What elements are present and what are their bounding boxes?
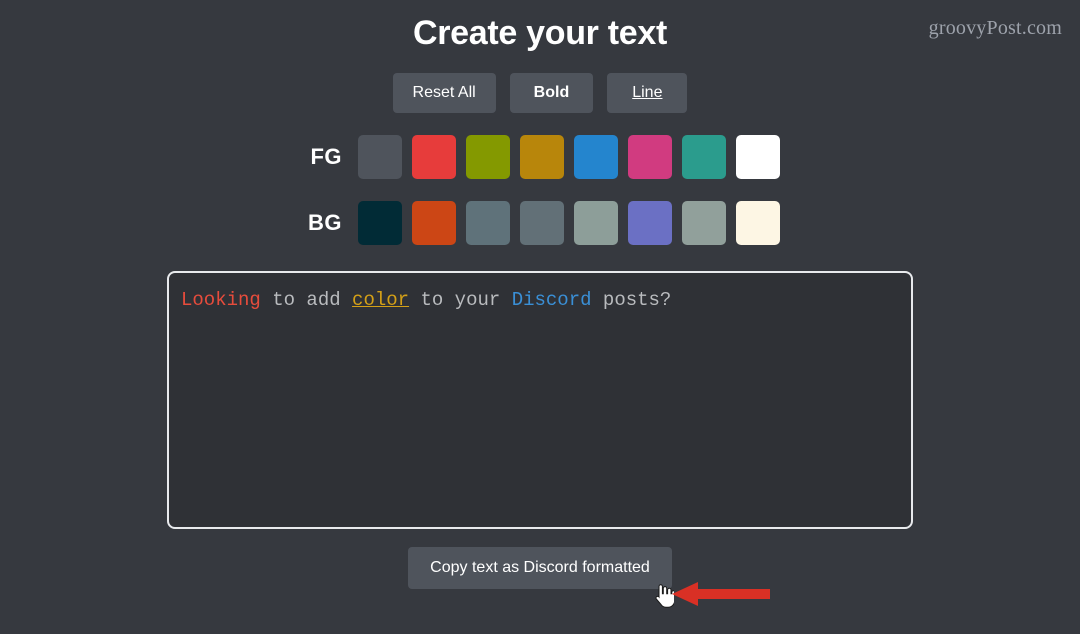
- text-editor[interactable]: Looking to add color to your Discord pos…: [167, 271, 913, 529]
- bg-swatch-slate-gray[interactable]: [520, 201, 564, 245]
- fg-swatch-red[interactable]: [412, 135, 456, 179]
- editor-token-5: posts?: [591, 289, 672, 311]
- editor-token-2: color: [352, 289, 410, 311]
- fg-swatch-gray[interactable]: [358, 135, 402, 179]
- editor-token-1: to add: [260, 289, 353, 311]
- bg-swatch-purple[interactable]: [628, 201, 672, 245]
- fg-swatch-pink[interactable]: [628, 135, 672, 179]
- bg-palette-label: BG: [308, 210, 342, 235]
- fg-palette-row: FG: [0, 135, 1080, 179]
- fg-palette-label: FG: [310, 144, 342, 169]
- editor-token-4: Discord: [511, 289, 592, 311]
- reset-all-button[interactable]: Reset All: [392, 73, 496, 113]
- line-button[interactable]: Line: [607, 73, 688, 113]
- bg-swatch-dark-teal[interactable]: [358, 201, 402, 245]
- copy-row: Copy text as Discord formatted: [0, 547, 1080, 589]
- watermark: groovyPost.com: [928, 17, 1062, 39]
- bg-swatch-cream[interactable]: [736, 201, 780, 245]
- fg-swatch-list: [358, 135, 780, 179]
- editor-token-0: Looking: [181, 289, 261, 311]
- format-toolbar: Reset All Bold Line: [0, 73, 1080, 113]
- bg-palette-row: BG: [0, 201, 1080, 245]
- editor-token-3: to your: [409, 289, 512, 311]
- bg-swatch-gray-green[interactable]: [574, 201, 618, 245]
- fg-swatch-white[interactable]: [736, 135, 780, 179]
- fg-swatch-gold[interactable]: [520, 135, 564, 179]
- bg-swatch-slate[interactable]: [466, 201, 510, 245]
- bg-swatch-gray-green-2[interactable]: [682, 201, 726, 245]
- page-title: Create your text: [412, 14, 668, 52]
- app-root: groovyPost.com Create your text Reset Al…: [0, 0, 1080, 634]
- fg-swatch-olive[interactable]: [466, 135, 510, 179]
- bold-button[interactable]: Bold: [509, 73, 594, 113]
- copy-as-discord-formatted-button[interactable]: Copy text as Discord formatted: [408, 547, 672, 589]
- fg-swatch-teal[interactable]: [682, 135, 726, 179]
- bg-swatch-list: [358, 201, 780, 245]
- bg-swatch-orange[interactable]: [412, 201, 456, 245]
- fg-swatch-blue[interactable]: [574, 135, 618, 179]
